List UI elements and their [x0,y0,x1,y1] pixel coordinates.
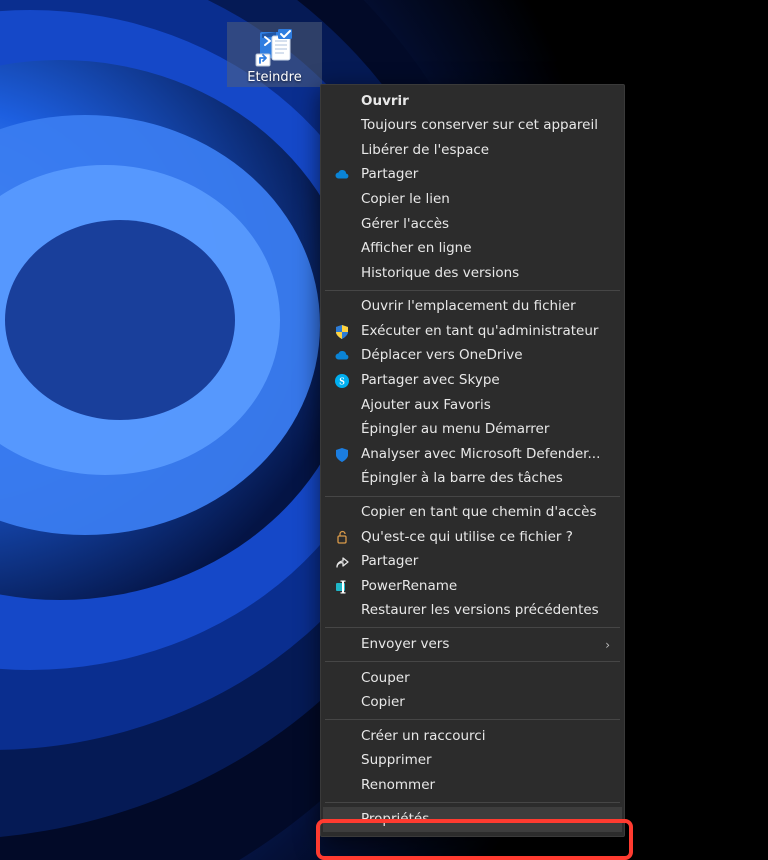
shield-blue-icon [333,446,351,464]
share-arrow-icon [333,553,351,571]
menu-item-run-as-admin[interactable]: Exécuter en tant qu'administrateur [323,319,622,344]
cloud-blue-icon [333,166,351,184]
menu-item-label: Copier [361,696,405,710]
menu-item-label: Restaurer les versions précédentes [361,604,599,618]
menu-item-label: Copier le lien [361,193,450,207]
menu-item-label: Toujours conserver sur cet appareil [361,119,598,133]
menu-item-create-shortcut[interactable]: Créer un raccourci [323,724,622,749]
menu-item-open[interactable]: Ouvrir [323,89,622,114]
menu-item-open-file-location[interactable]: Ouvrir l'emplacement du fichier [323,295,622,320]
menu-item-label: Historique des versions [361,267,519,281]
menu-item-copy-as-path[interactable]: Copier en tant que chemin d'accès [323,501,622,526]
chevron-right-icon: › [605,639,610,651]
menu-item-label: Partager avec Skype [361,374,500,388]
menu-item-label: Supprimer [361,754,432,768]
menu-item-label: Qu'est-ce qui utilise ce fichier ? [361,531,573,545]
menu-separator [325,496,620,497]
menu-separator [325,290,620,291]
menu-item-label: Afficher en ligne [361,242,472,256]
menu-item-share-skype[interactable]: S Partager avec Skype [323,369,622,394]
menu-item-share[interactable]: Partager [323,550,622,575]
menu-item-label: Couper [361,672,410,686]
menu-item-defender-scan[interactable]: Analyser avec Microsoft Defender... [323,442,622,467]
menu-item-label: Partager [361,555,418,569]
menu-item-restore-previous[interactable]: Restaurer les versions précédentes [323,599,622,624]
menu-item-manage-access[interactable]: Gérer l'accès [323,212,622,237]
menu-item-copy[interactable]: Copier [323,691,622,716]
menu-item-label: PowerRename [361,580,457,594]
menu-item-label: Analyser avec Microsoft Defender... [361,448,600,462]
cloud-blue-icon [333,347,351,365]
shortcut-label: Eteindre [247,70,301,85]
context-menu: Ouvrir Toujours conserver sur cet apparei… [320,84,625,837]
menu-item-share-onedrive[interactable]: Partager [323,163,622,188]
menu-separator [325,627,620,628]
menu-item-version-history[interactable]: Historique des versions [323,261,622,286]
menu-item-label: Ajouter aux Favoris [361,399,491,413]
menu-item-whats-using[interactable]: Qu'est-ce qui utilise ce fichier ? [323,525,622,550]
shield-uac-icon [333,323,351,341]
menu-item-pin-taskbar[interactable]: Épingler à la barre des tâches [323,467,622,492]
svg-text:S: S [339,376,345,387]
shortcut-icon [254,26,296,68]
menu-item-label: Envoyer vers [361,638,449,652]
desktop-shortcut[interactable]: Eteindre [227,22,322,87]
menu-item-label: Créer un raccourci [361,730,485,744]
menu-item-properties[interactable]: Propriétés [323,807,622,832]
menu-item-rename[interactable]: Renommer [323,773,622,798]
menu-separator [325,802,620,803]
menu-item-copy-link[interactable]: Copier le lien [323,187,622,212]
menu-item-pin-start[interactable]: Épingler au menu Démarrer [323,418,622,443]
menu-item-add-favorites[interactable]: Ajouter aux Favoris [323,393,622,418]
menu-item-label: Ouvrir [361,95,409,109]
menu-item-label: Épingler à la barre des tâches [361,472,563,486]
menu-item-send-to[interactable]: Envoyer vers › [323,632,622,657]
menu-item-label: Copier en tant que chemin d'accès [361,506,597,520]
menu-separator [325,661,620,662]
menu-item-move-to-onedrive[interactable]: Déplacer vers OneDrive [323,344,622,369]
menu-item-label: Libérer de l'espace [361,144,489,158]
menu-item-label: Propriétés [361,813,429,827]
menu-item-label: Ouvrir l'emplacement du fichier [361,300,576,314]
menu-item-delete[interactable]: Supprimer [323,749,622,774]
menu-item-label: Renommer [361,779,435,793]
menu-item-view-online[interactable]: Afficher en ligne [323,237,622,262]
rename-icon [333,578,351,596]
menu-item-free-space[interactable]: Libérer de l'espace [323,138,622,163]
menu-item-label: Déplacer vers OneDrive [361,349,523,363]
unlock-icon [333,528,351,546]
menu-item-label: Partager [361,168,418,182]
menu-item-powerrename[interactable]: PowerRename [323,574,622,599]
menu-item-label: Exécuter en tant qu'administrateur [361,325,598,339]
menu-item-label: Gérer l'accès [361,218,449,232]
menu-separator [325,719,620,720]
menu-item-label: Épingler au menu Démarrer [361,423,549,437]
skype-icon: S [333,372,351,390]
menu-item-always-keep[interactable]: Toujours conserver sur cet appareil [323,114,622,139]
menu-item-cut[interactable]: Couper [323,666,622,691]
